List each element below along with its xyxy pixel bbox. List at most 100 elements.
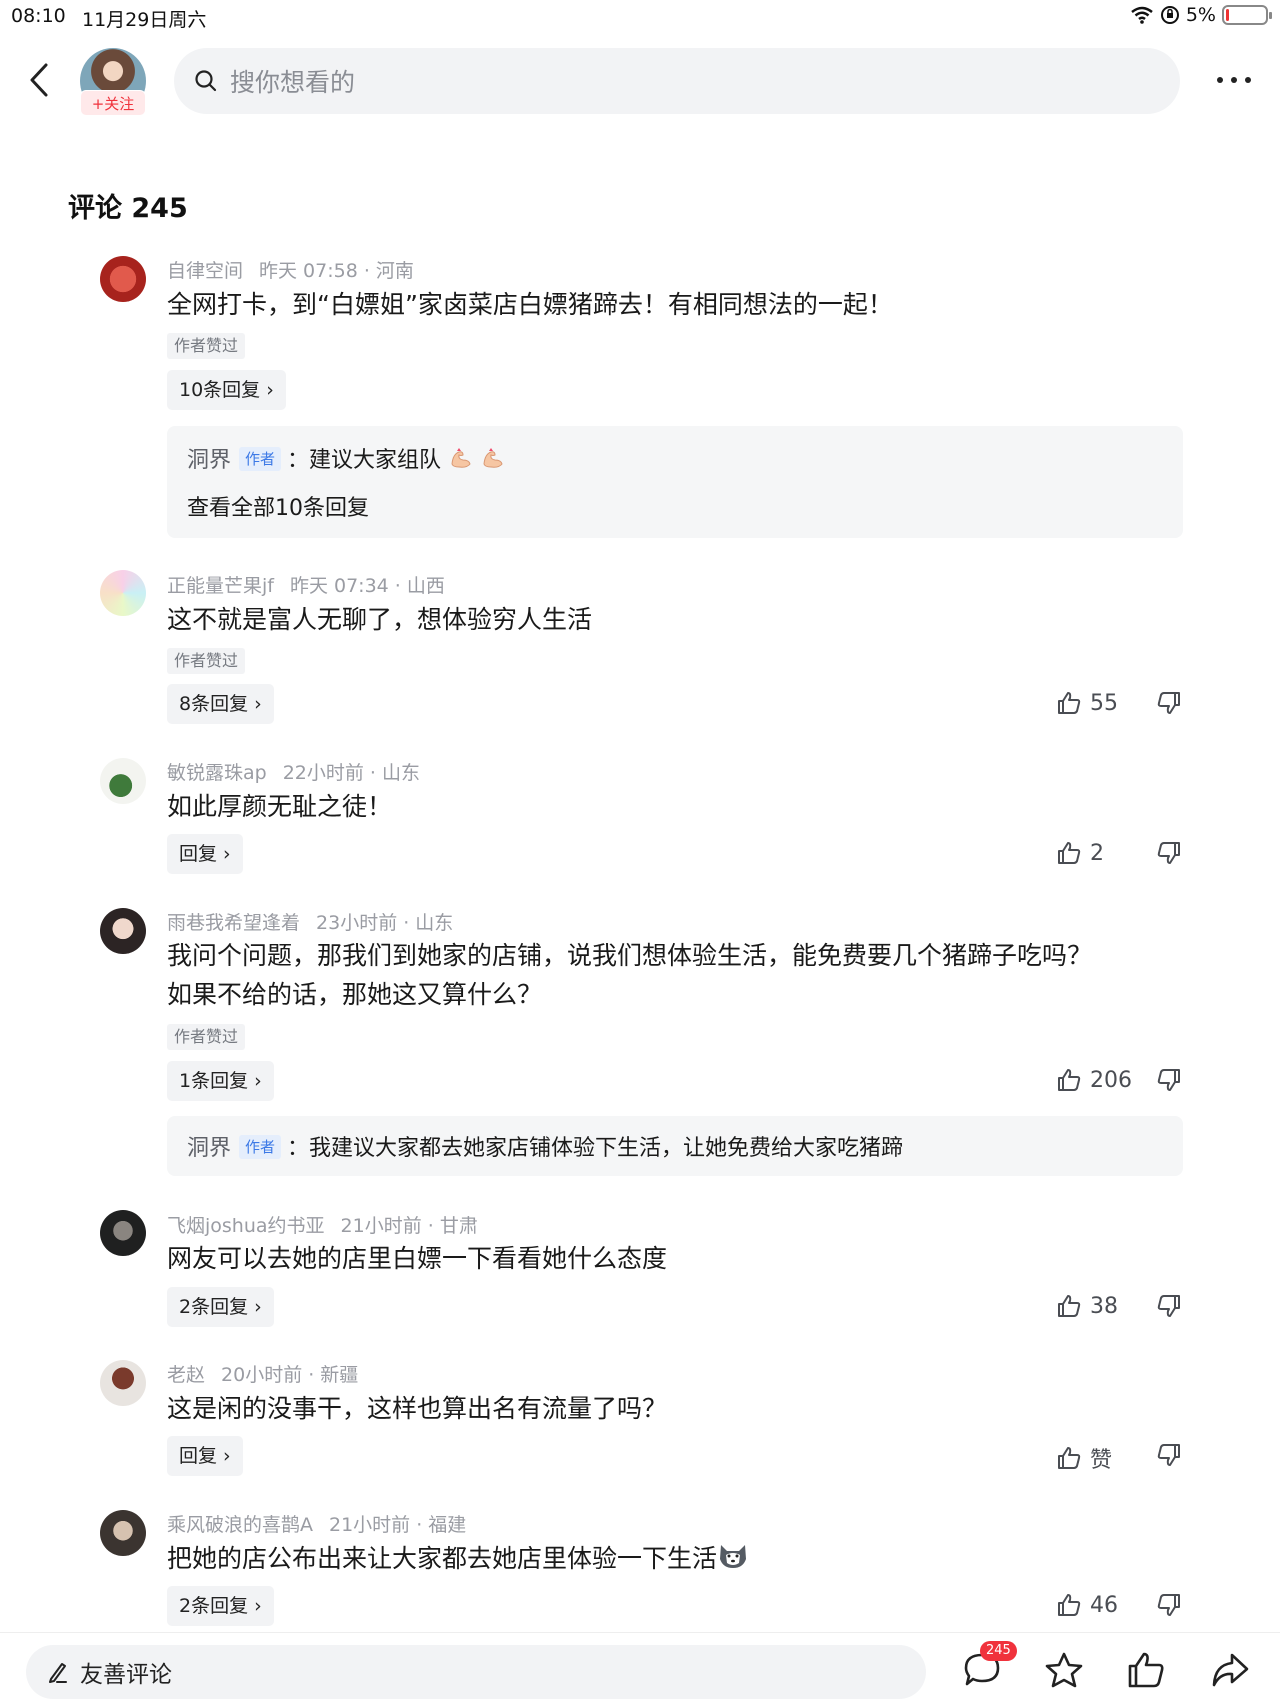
view-replies-button[interactable]: 8条回复 › — [167, 684, 274, 724]
reply-line: 洞界 作者 ：建议大家组队 — [187, 442, 505, 474]
replies-label: 回复 — [179, 843, 218, 865]
author-liked-tag: 作者赞过 — [167, 1024, 246, 1050]
like-article-button[interactable] — [1126, 1651, 1166, 1693]
search-icon — [195, 70, 217, 92]
thumbs-up-icon — [1058, 842, 1081, 864]
author-liked-tag: 作者赞过 — [167, 648, 246, 674]
muscle-emoji-icon — [451, 448, 471, 468]
comment-input-placeholder: 友善评论 — [80, 1662, 172, 1688]
view-replies-button[interactable]: 1条回复 › — [167, 1061, 274, 1101]
dislike-button[interactable] — [1156, 690, 1182, 720]
reply-box: 洞界 作者 ：建议大家组队 查看全部10条回复 — [167, 426, 1183, 538]
thumbs-down-icon — [1157, 1069, 1180, 1091]
more-dots-icon — [1217, 77, 1251, 83]
thumbs-down-icon — [1157, 1295, 1180, 1317]
reply-username[interactable]: 洞界 — [187, 1136, 231, 1161]
status-date: 11月29日周六 — [82, 9, 207, 31]
thumbs-down-icon — [1157, 1594, 1180, 1616]
thumbs-up-icon — [1058, 1447, 1081, 1469]
like-button[interactable]: 38 — [1056, 1293, 1118, 1319]
status-right: 5% — [1130, 4, 1272, 26]
comment-meta: 自律空间 昨天 07:58 · 河南 — [167, 256, 414, 283]
wifi-icon — [1131, 6, 1153, 24]
reply-username[interactable]: 洞界 — [187, 448, 231, 473]
avatar[interactable] — [100, 758, 146, 804]
reply-text: ：建议大家组队 — [287, 448, 442, 473]
chevron-left-icon — [30, 63, 48, 97]
thumbs-up-icon — [1058, 1295, 1081, 1317]
like-button[interactable]: 55 — [1056, 690, 1118, 716]
back-button[interactable] — [24, 60, 54, 100]
thumbs-up-icon — [1058, 692, 1081, 714]
muscle-emoji-icon — [483, 448, 503, 468]
comment-text-line: 如果不给的话，那她这又算什么？ — [167, 980, 543, 1009]
view-replies-button[interactable]: 2条回复 › — [167, 1287, 274, 1327]
like-button[interactable]: 2 — [1056, 840, 1104, 866]
comment-time: 21小时前 · 福建 — [329, 1514, 467, 1536]
replies-label: 2条回复 — [179, 1595, 249, 1617]
follow-button[interactable]: +关注 — [80, 90, 146, 116]
comment-username[interactable]: 敏锐露珠ap — [167, 762, 267, 784]
status-bar: 08:10 11月29日周六 5% — [0, 0, 1280, 34]
replies-label: 2条回复 — [179, 1296, 249, 1318]
orientation-lock-icon — [1160, 6, 1179, 24]
status-time: 08:10 — [11, 5, 66, 27]
dislike-button[interactable] — [1156, 1592, 1182, 1622]
comment-input[interactable]: 友善评论 — [26, 1645, 926, 1699]
search-input[interactable]: 搜你想看的 — [174, 48, 1180, 114]
like-button[interactable]: 46 — [1056, 1592, 1118, 1618]
comment-username[interactable]: 雨巷我希望逢着 — [167, 912, 300, 934]
thumbs-up-icon — [1058, 1594, 1081, 1616]
comment-username[interactable]: 乘风破浪的喜鹊A — [167, 1514, 313, 1536]
comment-meta: 飞烟joshua约书亚 21小时前 · 甘肃 — [167, 1211, 478, 1238]
comment-text: 全网打卡，到“白嫖姐”家卤菜店白嫖猪蹄去！有相同想法的一起！ — [167, 290, 893, 319]
comment-text: 这是闲的没事干，这样也算出名有流量了吗？ — [167, 1394, 668, 1423]
view-replies-button[interactable]: 10条回复 › — [167, 370, 286, 410]
thumbs-up-icon — [1128, 1652, 1164, 1688]
comment-text: 把她的店公布出来让大家都去她店里体验一下生活 — [167, 1539, 1177, 1578]
thumbs-down-icon — [1157, 1444, 1180, 1466]
share-button[interactable] — [1210, 1651, 1250, 1693]
author-tag: 作者 — [239, 1135, 282, 1159]
comment-text-body: 把她的店公布出来让大家都去她店里体验一下生活 — [167, 1544, 718, 1573]
reply-line: 洞界 作者 ：我建议大家都去她家店铺体验下生活，让她免费给大家吃猪蹄 — [187, 1130, 903, 1162]
comment-time: 22小时前 · 山东 — [282, 762, 421, 784]
comment-username[interactable]: 正能量芒果jf — [167, 575, 274, 597]
avatar[interactable] — [100, 570, 146, 616]
dislike-button[interactable] — [1156, 1293, 1182, 1323]
comment-text: 这不就是富人无聊了，想体验穷人生活 — [167, 605, 593, 634]
like-button[interactable]: 赞 — [1056, 1442, 1112, 1474]
avatar[interactable] — [100, 1360, 146, 1406]
comment-text: 我问个问题，那我们到她家的店铺，说我们想体验生活，能免费要几个猪蹄子吃吗？ 如果… — [167, 936, 1177, 1014]
avatar[interactable] — [100, 256, 146, 302]
like-button[interactable]: 206 — [1056, 1067, 1132, 1093]
like-count: 赞 — [1090, 1448, 1113, 1473]
thumbs-down-icon — [1157, 692, 1180, 714]
favorite-button[interactable] — [1044, 1651, 1084, 1693]
husky-emoji-icon — [720, 1545, 747, 1568]
view-replies-button[interactable]: 2条回复 › — [167, 1586, 274, 1626]
comment-meta: 正能量芒果jf 昨天 07:34 · 山西 — [167, 571, 445, 598]
like-count: 206 — [1090, 1067, 1132, 1093]
view-replies-button[interactable]: 回复 › — [167, 834, 243, 874]
dislike-button[interactable] — [1156, 1442, 1182, 1472]
comment-time: 23小时前 · 山东 — [316, 912, 454, 934]
thumbs-down-icon — [1157, 842, 1180, 864]
avatar[interactable] — [100, 1210, 146, 1256]
reply-text: ：我建议大家都去她家店铺体验下生活，让她免费给大家吃猪蹄 — [287, 1136, 904, 1161]
comments-title: 评论 245 — [68, 193, 188, 224]
avatar[interactable] — [100, 908, 146, 954]
more-button[interactable] — [1214, 70, 1254, 90]
view-replies-button[interactable]: 回复 › — [167, 1436, 243, 1476]
dislike-button[interactable] — [1156, 840, 1182, 870]
comment-username[interactable]: 飞烟joshua约书亚 — [167, 1215, 325, 1237]
replies-label: 回复 — [179, 1445, 218, 1467]
thumbs-up-icon — [1058, 1069, 1081, 1091]
comment-username[interactable]: 自律空间 — [167, 260, 243, 282]
comment-username[interactable]: 老赵 — [167, 1364, 205, 1386]
dislike-button[interactable] — [1156, 1067, 1182, 1097]
avatar[interactable] — [100, 1510, 146, 1556]
view-all-replies-link[interactable]: 查看全部10条回复 — [187, 490, 369, 522]
comment-meta: 敏锐露珠ap 22小时前 · 山东 — [167, 758, 420, 785]
comment-text: 网友可以去她的店里白嫖一下看看她什么态度 — [167, 1244, 668, 1273]
